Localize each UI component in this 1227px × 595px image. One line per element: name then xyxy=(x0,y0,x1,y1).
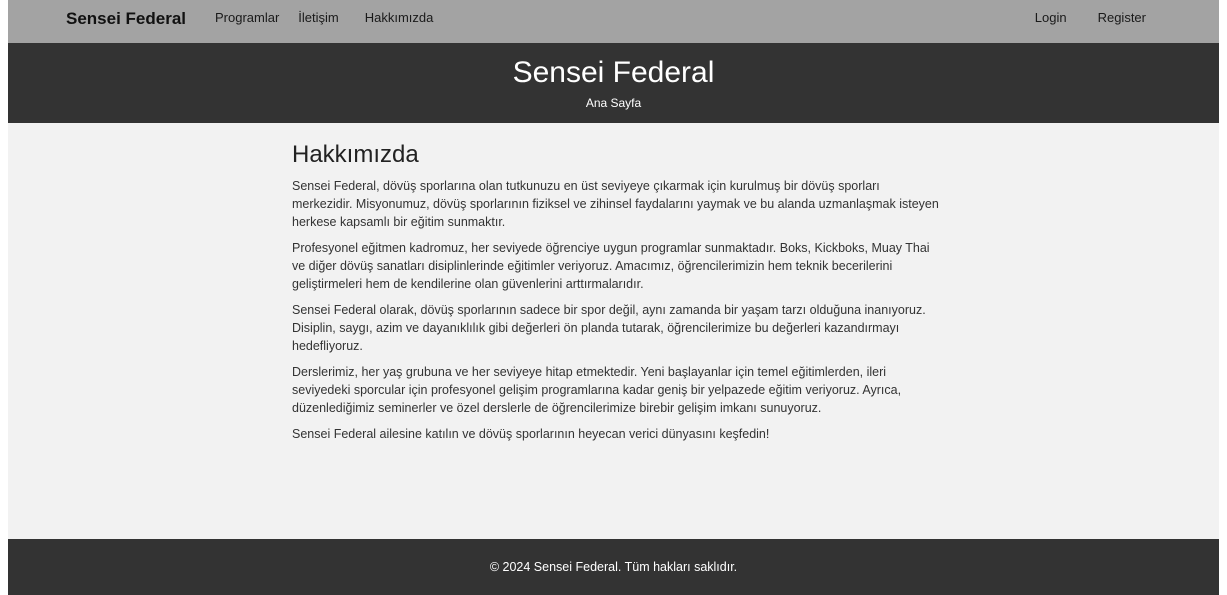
hero-header: Sensei Federal Ana Sayfa xyxy=(8,43,1219,123)
about-paragraph: Sensei Federal olarak, dövüş sporlarının… xyxy=(292,303,926,353)
about-paragraph: Sensei Federal, dövüş sporlarına olan tu… xyxy=(292,179,939,229)
about-section: Hakkımızda Sensei Federal, dövüş sporlar… xyxy=(292,140,942,451)
footer-copyright: © 2024 Sensei Federal. Tüm hakları saklı… xyxy=(489,560,738,574)
page-footer: © 2024 Sensei Federal. Tüm hakları saklı… xyxy=(8,539,1219,595)
about-paragraph: Profesyonel eğitmen kadromuz, her seviye… xyxy=(292,241,930,291)
nav-left-links: Programlar İletişim Hakkımızda xyxy=(215,11,433,25)
hero-subtitle: Ana Sayfa xyxy=(585,96,642,110)
about-paragraph: Derslerimiz, her yaş grubuna ve her sevi… xyxy=(292,365,902,415)
register-link[interactable]: Register xyxy=(1098,11,1146,25)
about-heading: Hakkımızda xyxy=(292,141,419,168)
nav-link-programlar[interactable]: Programlar xyxy=(215,11,279,25)
about-paragraph: Sensei Federal ailesine katılın ve dövüş… xyxy=(292,427,770,441)
nav-right-links: Login Register xyxy=(1035,11,1146,25)
nav-link-hakkimizda[interactable]: Hakkımızda xyxy=(365,11,434,25)
page: Sensei Federal Programlar İletişim Hakkı… xyxy=(8,0,1219,595)
nav-link-iletisim[interactable]: İletişim xyxy=(298,11,338,25)
login-link[interactable]: Login xyxy=(1035,11,1067,25)
brand-link[interactable]: Sensei Federal xyxy=(66,10,186,27)
hero-title: Sensei Federal xyxy=(512,56,715,89)
top-navbar: Sensei Federal Programlar İletişim Hakkı… xyxy=(8,0,1219,43)
